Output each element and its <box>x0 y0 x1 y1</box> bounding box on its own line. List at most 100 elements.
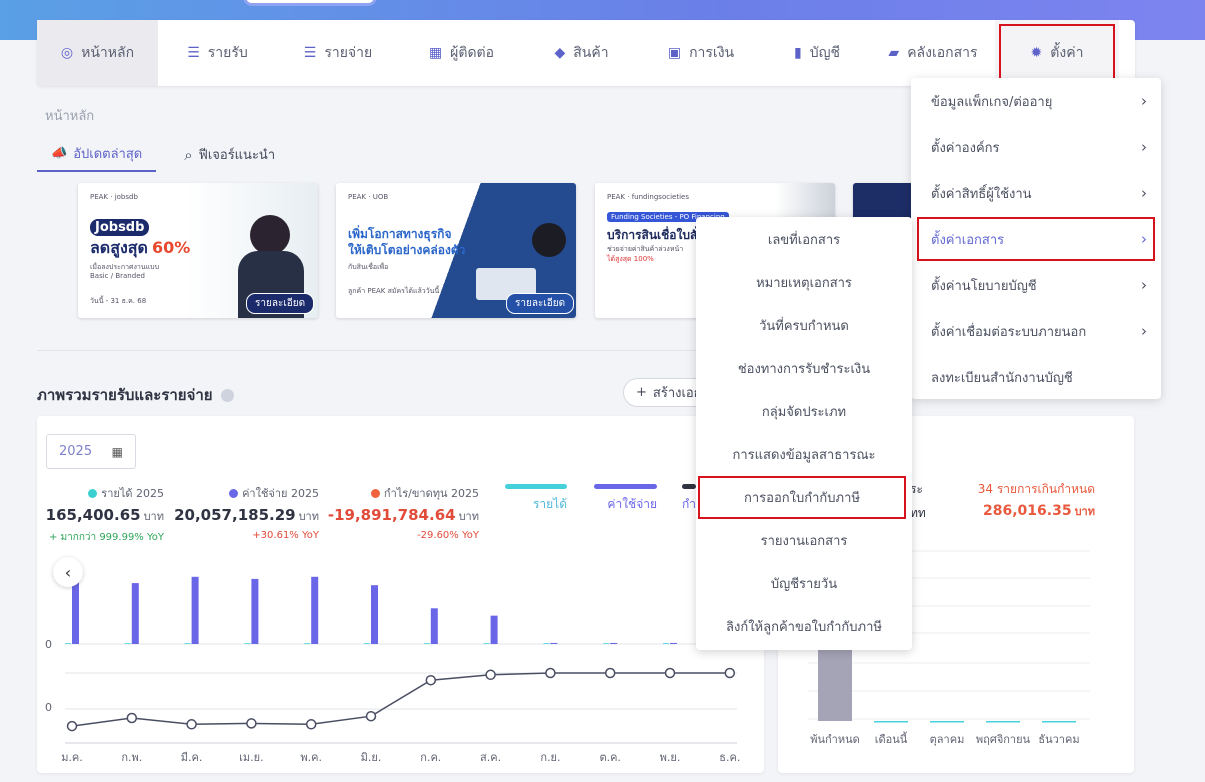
banner-title: บริการสินเชื่อใบสั่ง <box>607 228 704 242</box>
banner-text: ได้สูงสุด 100% <box>607 255 654 263</box>
nav-expense[interactable]: ☰ รายจ่าย <box>277 20 399 86</box>
profit-point <box>365 710 377 722</box>
profit-point <box>604 667 616 679</box>
tab-updates[interactable]: 📣 อัปเดตล่าสุด <box>37 140 157 172</box>
breadcrumb: หน้าหลัก <box>45 109 95 124</box>
settings-menu-item[interactable]: ตั้งค่าองค์กร › <box>911 124 1161 170</box>
receivable-x-label: ธันวาคม <box>1038 733 1079 746</box>
doc-submenu-item[interactable]: ลิงก์ให้ลูกค้าขอใบกำกับภาษี <box>696 605 912 648</box>
receivable-x-label: เดือนนี้ <box>875 731 908 746</box>
menu-item-label: ตั้งค่าสิทธิ์ผู้ใช้งาน <box>931 186 1032 202</box>
nav-contacts[interactable]: ▦ ผู้ติดต่อ <box>399 20 524 86</box>
doc-submenu-item[interactable]: เลขที่เอกสาร <box>696 218 912 261</box>
dashboard-icon: ◎ <box>60 45 74 61</box>
settings-menu-item[interactable]: ลงทะเบียนสำนักงานบัญชี <box>911 354 1161 400</box>
nav-home[interactable]: ◎ หน้าหลัก <box>37 20 158 86</box>
help-icon[interactable] <box>220 388 234 402</box>
receivable-x-label: ตุลาคม <box>930 733 965 746</box>
nav-accounting[interactable]: ▮ บัญชี <box>763 20 871 86</box>
menu-item-label: ตั้งค่าเชื่อมต่อระบบภายนอก <box>931 324 1087 340</box>
nav-products[interactable]: ◆ สินค้า <box>524 20 639 86</box>
menu-item-label: ข้อมูลแพ็กเกจ/ต่ออายุ <box>931 94 1053 110</box>
month-label: มี.ค. <box>181 751 203 764</box>
banner-brand: PEAK · UOB <box>348 193 389 201</box>
month-label: ก.ย. <box>540 751 560 764</box>
doc-submenu-item[interactable]: หมายเหตุเอกสาร <box>696 261 912 304</box>
banner-jobsdb[interactable]: PEAK · jobsdb Jobsdb ลดสูงสุด 60% เมื่อลง… <box>78 183 318 318</box>
profit-point <box>425 674 437 686</box>
overview-heading: ภาพรวมรายรับและรายจ่าย <box>37 383 234 407</box>
income-list-icon: ☰ <box>187 45 200 61</box>
month-label: ม.ค. <box>61 751 83 764</box>
profit-point <box>724 667 736 679</box>
profit-point <box>305 719 317 730</box>
settings-menu-item[interactable]: ข้อมูลแพ็กเกจ/ต่ออายุ › <box>911 78 1161 124</box>
doc-submenu-item[interactable]: การออกใบกำกับภาษี <box>698 476 906 519</box>
expense-bar <box>430 608 438 644</box>
line-y-tick: 0 <box>45 701 52 714</box>
doc-submenu-item[interactable]: กลุ่มจัดประเภท <box>696 390 912 433</box>
nav-label: ตั้งค่า <box>1050 45 1084 61</box>
bar-y-tick: 0 <box>45 638 52 651</box>
nav-label: บัญชี <box>809 45 841 61</box>
settings-menu-item[interactable]: ตั้งค่านโยบายบัญชี › <box>911 262 1161 308</box>
folder-icon: ▰ <box>888 45 900 61</box>
nav-label: การเงิน <box>689 45 735 61</box>
profit-point <box>66 720 78 732</box>
doc-submenu-item[interactable]: ช่องทางการรับชำระเงิน <box>696 347 912 390</box>
nav-label: คลังเอกสาร <box>907 45 978 61</box>
header-toggle[interactable] <box>243 0 377 6</box>
income-bar <box>603 643 610 644</box>
profit-point <box>545 667 556 679</box>
month-label: เม.ย. <box>239 751 263 764</box>
receivable-x-label: พ้นกำหนด <box>810 733 860 746</box>
banner-title: Jobsdb <box>90 219 150 236</box>
menu-item-label: ลงทะเบียนสำนักงานบัญชี <box>931 370 1073 386</box>
banner-details-button[interactable]: รายละเอียด <box>506 293 575 314</box>
profit-point <box>126 712 138 724</box>
doc-submenu-item[interactable]: บัญชีรายวัน <box>696 562 912 605</box>
expense-bar <box>610 642 618 644</box>
banner-brand: PEAK · jobsdb <box>90 193 138 201</box>
tab-features[interactable]: ⌕ ฟีเจอร์แนะนำ <box>170 140 289 172</box>
doc-submenu-item[interactable]: รายงานเอกสาร <box>696 519 912 562</box>
month-label: ธ.ค. <box>719 751 740 764</box>
income-bar <box>364 643 370 644</box>
settings-menu-item[interactable]: ตั้งค่าเชื่อมต่อระบบภายนอก › <box>911 308 1161 354</box>
divider <box>37 350 767 351</box>
chevron-right-icon: › <box>1141 276 1147 294</box>
banner-brand: PEAK · fundingsocieties <box>607 193 689 201</box>
nav-settings[interactable]: ✹ ตั้งค่า <box>995 20 1119 86</box>
expense-bar <box>490 615 498 644</box>
expense-bar <box>311 576 319 644</box>
doc-submenu-item[interactable]: การแสดงข้อมูลสาธารณะ <box>696 433 912 476</box>
chevron-right-icon: › <box>1141 92 1147 110</box>
doc-submenu-item[interactable]: วันที่ครบกำหนด <box>696 304 912 347</box>
month-label: ส.ค. <box>480 751 501 764</box>
banner-title2: ลดสูงสุด <box>90 238 148 257</box>
nav-finance[interactable]: ▣ การเงิน <box>639 20 763 86</box>
nav-income[interactable]: ☰ รายรับ <box>158 20 277 86</box>
banner-text: Basic / Branded <box>90 272 145 280</box>
ledger-icon: ▮ <box>793 45 802 61</box>
expense-bar <box>371 585 378 644</box>
banner-date: วันนี้ - 31 ธ.ค. 68 <box>90 297 147 305</box>
banner-uob[interactable]: PEAK · UOB เพิ่มโอกาสทางธุรกิจ ให้เติบโต… <box>336 183 576 318</box>
document-settings-submenu: เลขที่เอกสาร หมายเหตุเอกสาร วันที่ครบกำหนด… <box>696 217 912 650</box>
receivable-bar <box>1042 721 1076 723</box>
nav-label: รายรับ <box>207 45 248 61</box>
nav-documents[interactable]: ▰ คลังเอกสาร <box>871 20 995 86</box>
settings-menu: ข้อมูลแพ็กเกจ/ต่ออายุ › ตั้งค่าองค์กร › ตั้ง… <box>911 78 1161 399</box>
month-label: ก.ค. <box>420 751 441 764</box>
banner-details-button[interactable]: รายละเอียด <box>246 293 315 314</box>
income-bar <box>304 643 311 644</box>
chevron-left-icon[interactable]: ‹ <box>53 557 83 587</box>
chevron-right-icon: › <box>1141 230 1147 248</box>
receivable-bar <box>930 721 964 723</box>
menu-item-label: ตั้งค่าเอกสาร <box>931 232 1005 248</box>
settings-menu-item[interactable]: ตั้งค่าสิทธิ์ผู้ใช้งาน › <box>911 170 1161 216</box>
month-label: มิ.ย. <box>361 751 382 764</box>
search-icon: ⌕ <box>184 145 193 164</box>
settings-menu-item[interactable]: ตั้งค่าเอกสาร › <box>916 216 1156 262</box>
menu-item-label: ตั้งค่าองค์กร <box>931 140 1000 156</box>
